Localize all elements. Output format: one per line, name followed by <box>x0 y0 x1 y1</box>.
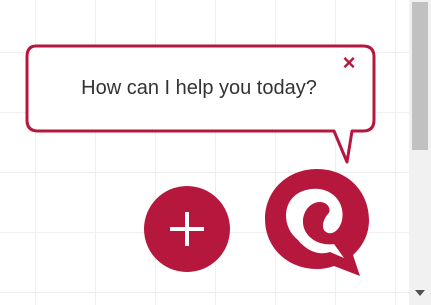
scrollbar-thumb[interactable] <box>412 2 428 150</box>
page-canvas: How can I help you today? × <box>0 0 431 305</box>
scroll-down-button[interactable] <box>409 282 431 304</box>
add-button[interactable] <box>144 186 230 272</box>
greeting-message: How can I help you today? <box>81 76 317 99</box>
vertical-scrollbar[interactable] <box>409 0 431 305</box>
chat-logo-icon <box>265 169 369 276</box>
chat-launcher-button[interactable] <box>262 166 372 278</box>
plus-icon <box>170 212 204 246</box>
chevron-down-icon <box>415 290 425 296</box>
close-greeting-button[interactable]: × <box>338 52 360 74</box>
close-icon: × <box>342 50 356 75</box>
